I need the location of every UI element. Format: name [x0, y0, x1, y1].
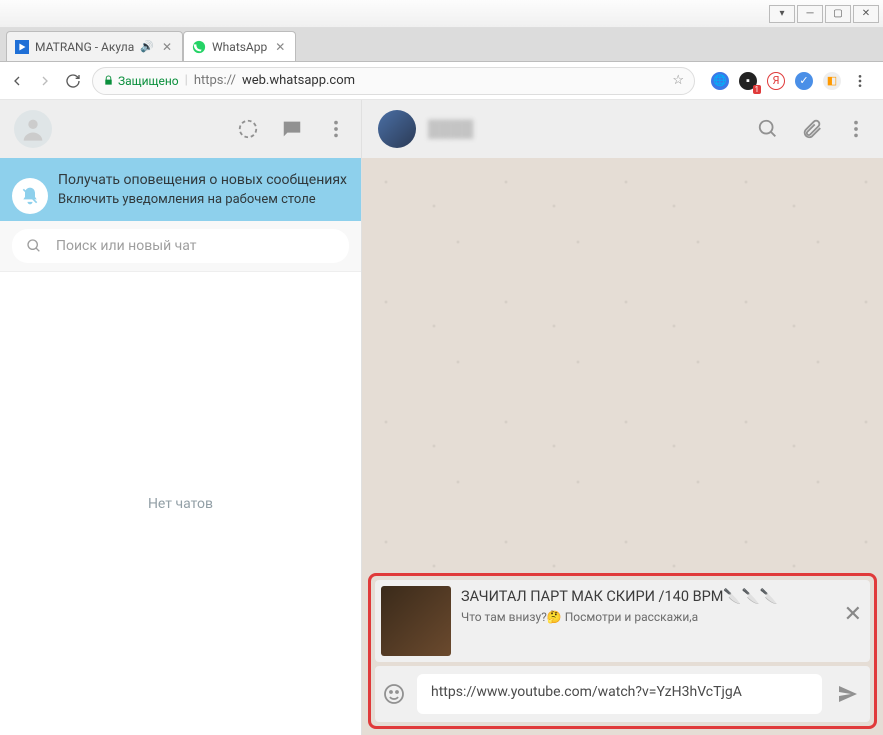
preview-thumbnail [381, 586, 451, 656]
empty-label: Нет чатов [148, 496, 213, 512]
secure-label: Защищено [118, 74, 179, 88]
window-close-button[interactable]: ✕ [853, 5, 879, 23]
menu-icon[interactable] [325, 118, 347, 140]
contact-name[interactable]: ████ [428, 119, 473, 139]
chat-list-empty: Нет чатов [0, 272, 361, 735]
tab-title: WhatsApp [212, 40, 267, 54]
close-icon[interactable]: ✕ [844, 602, 862, 627]
play-icon [15, 40, 29, 54]
message-area[interactable] [362, 158, 883, 569]
back-button[interactable] [8, 72, 26, 90]
avatar[interactable] [14, 110, 52, 148]
speaker-icon[interactable]: 🔊 [140, 40, 154, 53]
search-input[interactable]: Поиск или новый чат [12, 229, 349, 263]
yandex-icon[interactable]: Я [767, 72, 785, 90]
new-chat-icon[interactable] [281, 118, 303, 140]
link-preview: ЗАЧИТАЛ ПАРТ МАК СКИРИ /140 BPM🔪🔪🔪 Что т… [375, 580, 870, 662]
notification-title: Получать оповещения о новых сообщениях [58, 172, 347, 188]
emoji-icon[interactable] [381, 682, 407, 706]
message-input[interactable]: https://www.youtube.com/watch?v=YzH3hVcT… [417, 674, 822, 714]
extension-icon[interactable]: ◧ [823, 72, 841, 90]
annotation-highlight: ЗАЧИТАЛ ПАРТ МАК СКИРИ /140 BPM🔪🔪🔪 Что т… [368, 573, 877, 729]
search-icon [26, 238, 42, 254]
whatsapp-app: Получать оповещения о новых сообщениях В… [0, 100, 883, 735]
vk-icon[interactable]: ✓ [795, 72, 813, 90]
extension-icons: 🌐 ▪1 Я ✓ ◧ [705, 72, 875, 90]
tab-title: MATRANG - Акула [35, 40, 134, 54]
star-icon[interactable]: ☆ [672, 73, 684, 88]
notification-subtitle: Включить уведомления на рабочем столе [58, 192, 347, 207]
browser-tab[interactable]: MATRANG - Акула 🔊 ✕ [6, 31, 183, 61]
window-titlebar: ▾ ─ ▢ ✕ [0, 0, 883, 28]
reload-button[interactable] [64, 72, 82, 90]
window-dropdown-button[interactable]: ▾ [769, 5, 795, 23]
window-maximize-button[interactable]: ▢ [825, 5, 851, 23]
forward-button[interactable] [36, 72, 54, 90]
close-icon[interactable]: ✕ [273, 40, 287, 54]
url-host: web.whatsapp.com [242, 73, 355, 88]
bell-off-icon [12, 178, 48, 214]
globe-icon[interactable]: 🌐 [711, 72, 729, 90]
extension-icon[interactable]: ▪1 [739, 72, 757, 90]
search-placeholder: Поиск или новый чат [56, 238, 197, 254]
menu-icon[interactable] [845, 118, 867, 140]
window-minimize-button[interactable]: ─ [797, 5, 823, 23]
tab-strip: MATRANG - Акула 🔊 ✕ WhatsApp ✕ [0, 28, 883, 62]
whatsapp-icon [192, 40, 206, 54]
status-icon[interactable] [237, 118, 259, 140]
address-bar[interactable]: Защищено | https://web.whatsapp.com ☆ [92, 67, 695, 95]
browser-toolbar: Защищено | https://web.whatsapp.com ☆ 🌐 … [0, 62, 883, 100]
attach-icon[interactable] [801, 118, 823, 140]
send-button[interactable] [832, 682, 864, 706]
right-panel: ████ ЗАЧИТАЛ ПАРТ МАК СКИРИ /140 BPM🔪🔪🔪 … [362, 100, 883, 735]
menu-icon[interactable] [851, 72, 869, 90]
left-panel: Получать оповещения о новых сообщениях В… [0, 100, 362, 735]
browser-tab[interactable]: WhatsApp ✕ [183, 31, 296, 61]
left-header [0, 100, 361, 158]
contact-avatar[interactable] [378, 110, 416, 148]
url-scheme: https:// [194, 73, 236, 88]
lock-icon: Защищено [103, 74, 179, 88]
search-row: Поиск или новый чат [0, 221, 361, 272]
message-input-row: https://www.youtube.com/watch?v=YzH3hVcT… [375, 666, 870, 722]
search-icon[interactable] [757, 118, 779, 140]
preview-description: Что там внизу?🤔 Посмотри и расскажи,а [461, 610, 836, 624]
notification-banner[interactable]: Получать оповещения о новых сообщениях В… [0, 158, 361, 221]
preview-title: ЗАЧИТАЛ ПАРТ МАК СКИРИ /140 BPM🔪🔪🔪 [461, 588, 836, 606]
close-icon[interactable]: ✕ [160, 40, 174, 54]
compose-area: ЗАЧИТАЛ ПАРТ МАК СКИРИ /140 BPM🔪🔪🔪 Что т… [362, 569, 883, 735]
chat-header: ████ [362, 100, 883, 158]
